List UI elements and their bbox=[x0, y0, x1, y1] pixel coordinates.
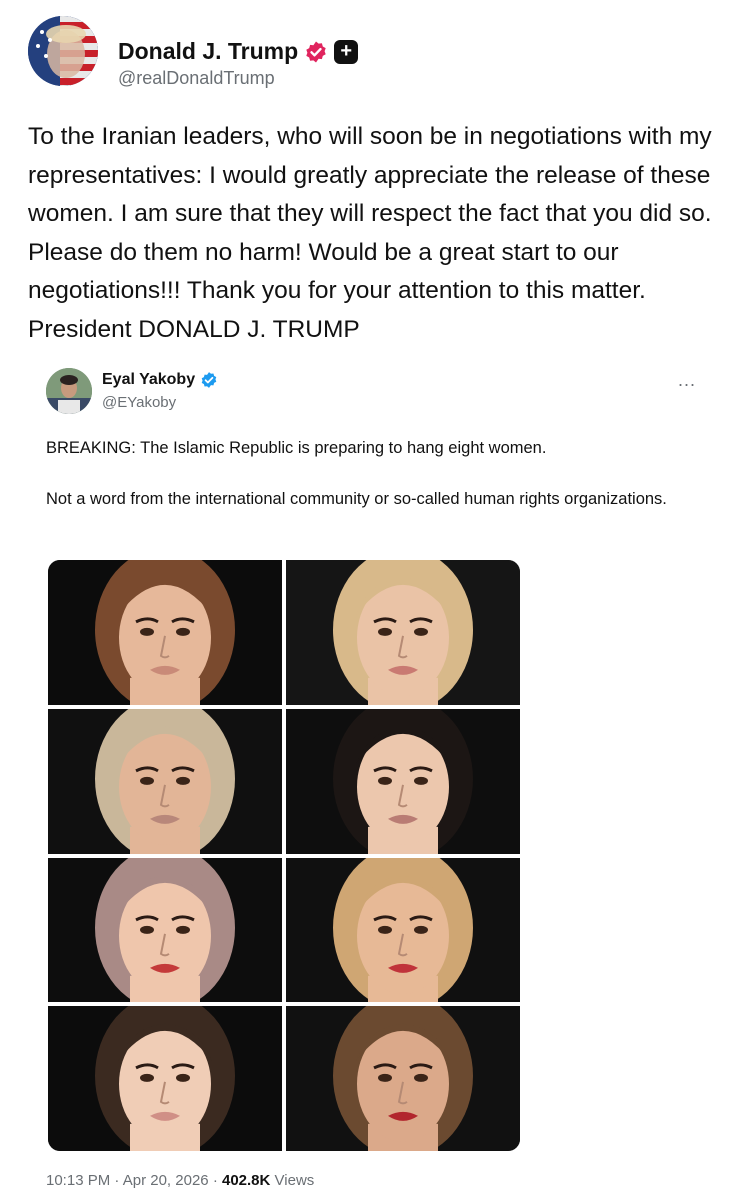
separator-dot: · bbox=[114, 1172, 120, 1189]
portrait-image bbox=[286, 708, 520, 854]
photo-5[interactable] bbox=[48, 857, 282, 1003]
post-date[interactable]: Apr 20, 2026 bbox=[123, 1172, 209, 1189]
post-text: To the Iranian leaders, who will soon be… bbox=[28, 123, 712, 343]
photo-1[interactable] bbox=[48, 560, 282, 705]
author-avatar[interactable] bbox=[28, 16, 98, 86]
portrait-image bbox=[286, 560, 520, 705]
quoted-text: BREAKING: The Islamic Republic is prepar… bbox=[46, 436, 706, 511]
portrait-image bbox=[48, 1006, 282, 1151]
quoted-name-row: Eyal Yakoby bbox=[102, 371, 218, 389]
separator-dot: · bbox=[212, 1172, 218, 1189]
photo-6[interactable] bbox=[286, 857, 520, 1003]
quoted-author-handle[interactable]: @EYakoby bbox=[102, 394, 176, 411]
author-handle[interactable]: @realDonaldTrump bbox=[118, 68, 275, 89]
truth-plus-icon: + bbox=[334, 39, 359, 64]
more-options-icon[interactable]: ... bbox=[678, 370, 696, 391]
photo-7[interactable] bbox=[48, 1006, 282, 1151]
portrait-image bbox=[48, 857, 282, 1003]
quoted-paragraph-1: BREAKING: The Islamic Republic is prepar… bbox=[46, 439, 547, 457]
post-time: 10:13 PM bbox=[46, 1172, 111, 1189]
quoted-author-name[interactable]: Eyal Yakoby bbox=[102, 371, 195, 389]
photo-grid bbox=[48, 560, 520, 1151]
portrait-image bbox=[286, 857, 520, 1003]
portrait-image bbox=[48, 560, 282, 705]
verified-badge-icon bbox=[200, 371, 218, 389]
quoted-paragraph-2: Not a word from the international commun… bbox=[46, 490, 667, 508]
photo-4[interactable] bbox=[286, 708, 520, 854]
photo-8[interactable] bbox=[286, 1006, 520, 1151]
quoted-author-avatar[interactable] bbox=[46, 368, 92, 414]
post-timestamp: 10:13 PM · Apr 20, 2026 · 402.8K Views bbox=[46, 1172, 314, 1189]
post-header: Donald J. Trump + @realDonaldTrump bbox=[28, 16, 718, 90]
verified-check-icon bbox=[304, 40, 328, 64]
author-name[interactable]: Donald J. Trump bbox=[118, 38, 298, 65]
quoted-post[interactable]: Eyal Yakoby @EYakoby ... BREAKING: The I… bbox=[46, 368, 706, 1189]
portrait-image bbox=[286, 1006, 520, 1151]
photo-2[interactable] bbox=[286, 560, 520, 705]
views-label: Views bbox=[274, 1172, 315, 1189]
quoted-avatar-image bbox=[46, 368, 92, 414]
author-name-row: Donald J. Trump + bbox=[118, 38, 359, 65]
views-count: 402.8K bbox=[221, 1172, 271, 1189]
photo-3[interactable] bbox=[48, 708, 282, 854]
portrait-image bbox=[48, 708, 282, 854]
avatar-image bbox=[28, 16, 98, 86]
